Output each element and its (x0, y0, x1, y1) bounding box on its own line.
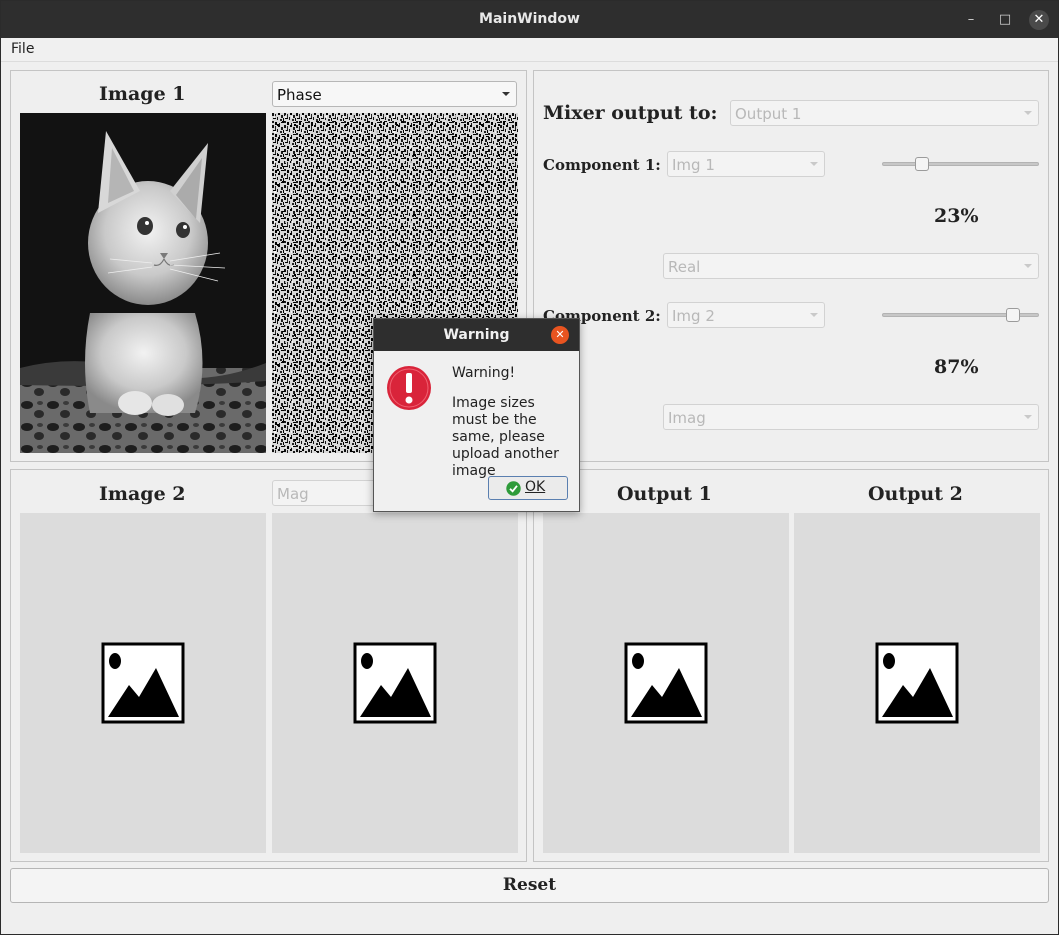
chevron-down-icon (810, 313, 818, 317)
image1-label: Image 1 (99, 83, 186, 105)
main-window: MainWindow – □ ✕ File Image 1 Phase Mixe… (0, 0, 1059, 935)
chevron-down-icon (810, 162, 818, 166)
image-placeholder-icon (875, 642, 959, 724)
menu-file[interactable]: File (11, 41, 34, 57)
title-bar[interactable]: MainWindow – □ ✕ (1, 1, 1058, 38)
mixer-output-select[interactable]: Output 1 (730, 100, 1039, 126)
close-icon[interactable]: ✕ (551, 326, 569, 344)
kitten-image (20, 113, 266, 453)
image1-component-value: Phase (277, 86, 322, 104)
component2-image-value: Img 2 (672, 307, 715, 325)
image2-view (20, 513, 266, 853)
chevron-down-icon (1024, 415, 1032, 419)
image2-component-view (272, 513, 518, 853)
image2-group: Image 2 Mag (10, 469, 527, 862)
image1-component-select[interactable]: Phase (272, 81, 517, 107)
outputs-group: Output 1 Output 2 (533, 469, 1049, 862)
maximize-icon[interactable]: □ (995, 10, 1015, 30)
chevron-down-icon (1024, 111, 1032, 115)
image2-label: Image 2 (99, 483, 186, 505)
output1-view (543, 513, 789, 853)
component1-slider[interactable] (882, 162, 1039, 166)
component2-type-value: Imag (668, 409, 706, 427)
component1-label: Component 1: (543, 156, 661, 174)
image-placeholder-icon (624, 642, 708, 724)
image1-view (20, 113, 266, 453)
mixer-output-label: Mixer output to: (543, 102, 718, 124)
component2-type-select[interactable]: Imag (663, 404, 1039, 430)
dialog-message: Image sizes must be the same, please upl… (452, 395, 559, 479)
output2-label: Output 2 (868, 483, 963, 505)
close-icon[interactable]: ✕ (1029, 10, 1049, 30)
component2-percent: 87% (934, 356, 979, 378)
component1-image-select[interactable]: Img 1 (667, 151, 825, 177)
mixer-output-value: Output 1 (735, 105, 802, 123)
ok-label: OK (525, 479, 546, 495)
component1-percent: 23% (934, 205, 979, 227)
chevron-down-icon (1024, 264, 1032, 268)
exclamation-icon (387, 366, 431, 410)
component1-slider-handle[interactable] (915, 157, 929, 171)
image-placeholder-icon (353, 642, 437, 724)
mixer-group: Mixer output to: Output 1 Component 1: I… (533, 70, 1049, 462)
component2-slider-handle[interactable] (1006, 308, 1020, 322)
ok-button[interactable]: OK (488, 476, 568, 500)
check-icon (506, 481, 521, 496)
output2-view (794, 513, 1040, 853)
chevron-down-icon (502, 92, 510, 96)
window-title: MainWindow (479, 11, 580, 27)
reset-button[interactable]: Reset (10, 868, 1049, 903)
component1-type-value: Real (668, 258, 701, 276)
minimize-icon[interactable]: – (961, 10, 981, 30)
component1-image-value: Img 1 (672, 156, 715, 174)
image2-component-value: Mag (277, 485, 309, 503)
dialog-heading: Warning! (452, 365, 516, 381)
menu-bar: File (1, 38, 1058, 62)
dialog-title: Warning (374, 319, 579, 351)
image-placeholder-icon (101, 642, 185, 724)
component2-image-select[interactable]: Img 2 (667, 302, 825, 328)
warning-dialog: Warning ✕ Warning! Image sizes must be t… (373, 318, 580, 512)
output1-label: Output 1 (617, 483, 712, 505)
component1-type-select[interactable]: Real (663, 253, 1039, 279)
